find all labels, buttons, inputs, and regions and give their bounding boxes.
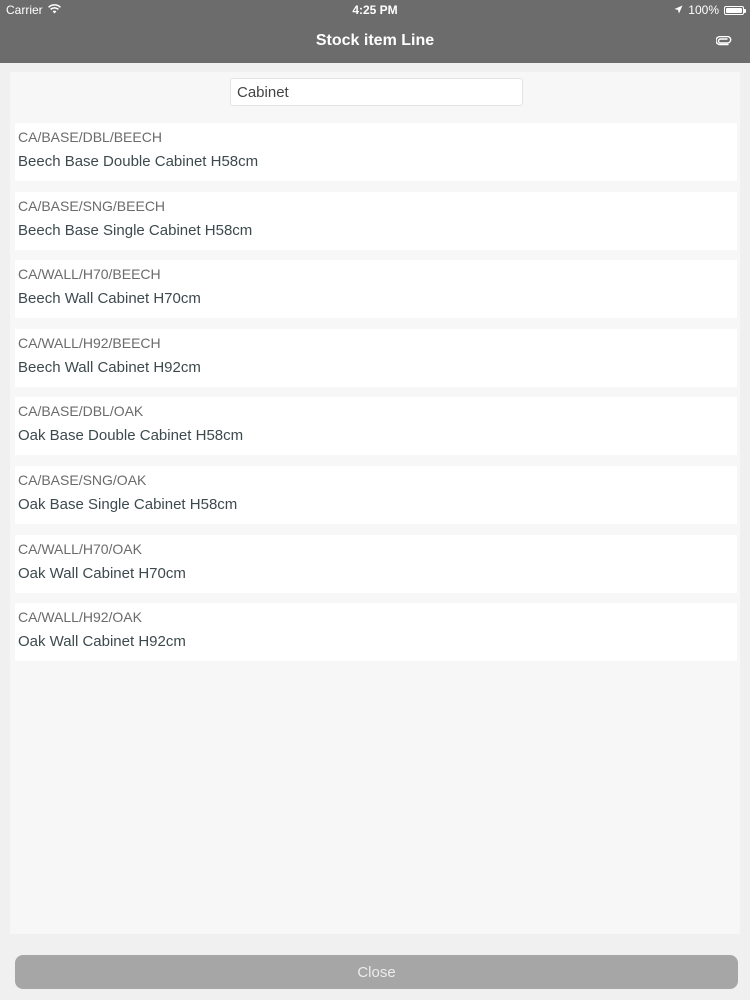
list-item[interactable]: CA/WALL/H92/BEECH Beech Wall Cabinet H92… [15,328,737,387]
status-right: 100% [674,3,746,17]
item-code: CA/BASE/SNG/BEECH [18,197,166,214]
search-input[interactable] [230,78,523,106]
navigation-bar: Stock item Line [0,20,750,63]
item-description: Beech Wall Cabinet H92cm [18,358,201,376]
item-description: Oak Base Single Cabinet H58cm [18,495,238,513]
item-code: CA/BASE/DBL/OAK [18,403,144,420]
item-code: CA/WALL/H92/BEECH [18,334,161,351]
content-panel: CA/BASE/DBL/BEECH Beech Base Double Cabi… [10,72,740,934]
status-time: 4:25 PM [352,3,398,17]
list-item[interactable]: CA/WALL/H92/OAK Oak Wall Cabinet H92cm [15,603,737,662]
battery-icon [724,5,746,15]
list-item[interactable]: CA/BASE/DBL/BEECH Beech Base Double Cabi… [15,123,737,181]
battery-tip [744,8,746,13]
list-item[interactable]: CA/WALL/H70/BEECH Beech Wall Cabinet H70… [15,260,737,319]
page-title: Stock item Line [315,32,435,49]
item-code: CA/WALL/H92/OAK [18,609,142,626]
item-code: CA/BASE/SNG/OAK [18,471,147,488]
item-description: Beech Base Single Cabinet H58cm [18,221,253,239]
close-button[interactable]: Close [15,955,738,989]
status-bar: Carrier 4:25 PM 100% [0,0,750,20]
stock-item-list: CA/BASE/DBL/BEECH Beech Base Double Cabi… [15,123,737,672]
battery-percent: 100% [688,3,719,17]
paperclip-icon[interactable] [714,33,734,51]
item-description: Beech Wall Cabinet H70cm [18,290,201,308]
list-item[interactable]: CA/BASE/DBL/OAK Oak Base Double Cabinet … [15,397,737,456]
list-item[interactable]: CA/BASE/SNG/BEECH Beech Base Single Cabi… [15,191,737,250]
battery-level [726,7,742,13]
item-code: CA/WALL/H70/OAK [18,540,142,557]
item-description: Oak Wall Cabinet H70cm [18,564,186,582]
item-code: CA/WALL/H70/BEECH [18,266,161,283]
list-item[interactable]: CA/BASE/SNG/OAK Oak Base Single Cabinet … [15,465,737,524]
item-description: Beech Base Double Cabinet H58cm [18,153,259,170]
location-arrow-icon [674,3,683,17]
list-item[interactable]: CA/WALL/H70/OAK Oak Wall Cabinet H70cm [15,534,737,593]
item-code: CA/BASE/DBL/BEECH [18,129,162,145]
item-description: Oak Wall Cabinet H92cm [18,633,186,651]
item-description: Oak Base Double Cabinet H58cm [18,427,244,445]
